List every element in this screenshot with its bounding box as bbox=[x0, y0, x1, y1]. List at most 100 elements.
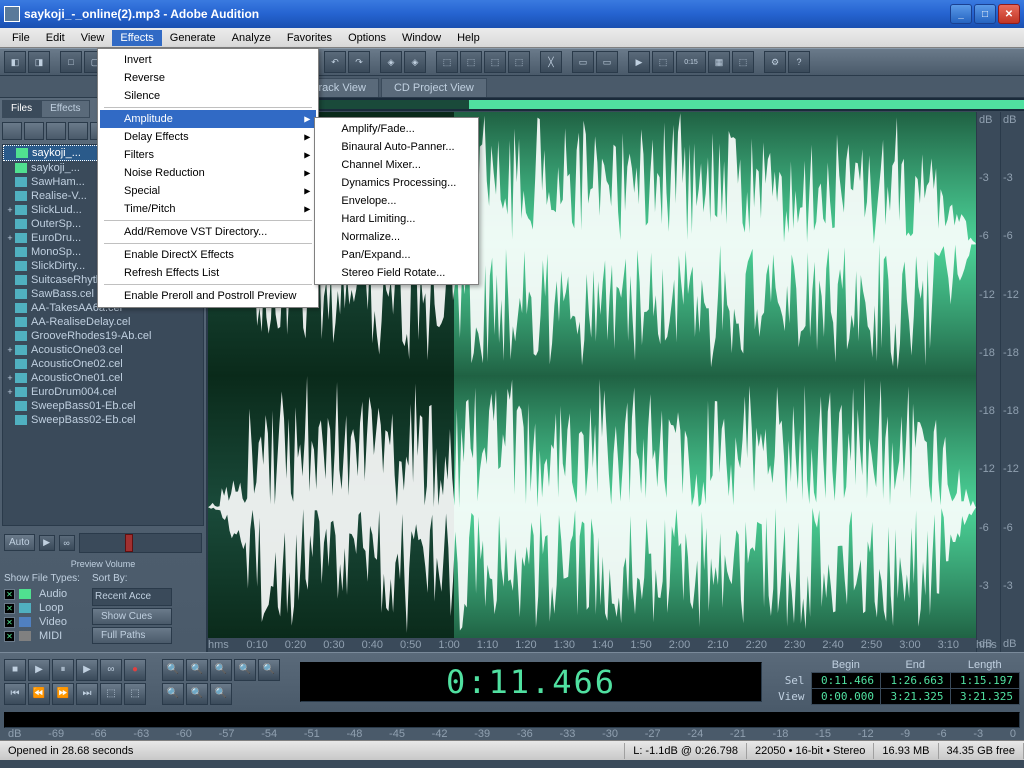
amp-pan-expand[interactable]: Pan/Expand... bbox=[317, 246, 476, 264]
menu-view[interactable]: View bbox=[73, 30, 113, 46]
pause-button[interactable]: ⏸ bbox=[52, 659, 74, 681]
overview-bar[interactable] bbox=[208, 98, 1024, 112]
play-icon[interactable]: ▶ bbox=[39, 535, 55, 551]
loop-checkbox[interactable]: ✕ bbox=[4, 603, 15, 614]
stop-button[interactable]: ■ bbox=[4, 659, 26, 681]
zoom-out-v-button[interactable]: 🔍 bbox=[162, 683, 184, 705]
files-tab[interactable]: Files bbox=[2, 100, 41, 118]
toolbar-btn[interactable]: ◨ bbox=[28, 51, 50, 73]
auto-button[interactable]: Auto bbox=[4, 534, 35, 551]
sel-end[interactable]: 1:26.663 bbox=[881, 673, 950, 689]
toolbar-btn[interactable]: ▶ bbox=[628, 51, 650, 73]
toolbar-btn[interactable]: ◧ bbox=[4, 51, 26, 73]
time-ruler[interactable]: hms0:100:200:300:400:501:001:101:201:301… bbox=[208, 638, 976, 652]
panel-btn[interactable] bbox=[46, 122, 66, 140]
toolbar-btn[interactable]: 0:15 bbox=[676, 51, 706, 73]
zoom-right-button[interactable]: 🔍 bbox=[210, 683, 232, 705]
play-button[interactable]: ▶ bbox=[28, 659, 50, 681]
effects-noise-reduction[interactable]: Noise Reduction bbox=[100, 164, 316, 182]
amp-hard-limiting[interactable]: Hard Limiting... bbox=[317, 210, 476, 228]
effects-directx[interactable]: Enable DirectX Effects bbox=[100, 246, 316, 264]
maximize-button[interactable]: □ bbox=[974, 4, 996, 24]
loop-icon[interactable]: ∞ bbox=[59, 535, 75, 551]
sort-combo[interactable]: Recent Acce bbox=[92, 588, 172, 606]
effects-filters[interactable]: Filters bbox=[100, 146, 316, 164]
forward-button[interactable]: ⏩ bbox=[52, 683, 74, 705]
effects-reverse[interactable]: Reverse bbox=[100, 69, 316, 87]
goto-start-button[interactable]: ⏮ bbox=[4, 683, 26, 705]
panel-btn[interactable] bbox=[68, 122, 88, 140]
effects-delay[interactable]: Delay Effects bbox=[100, 128, 316, 146]
zoom-in-h-button[interactable]: 🔍 bbox=[162, 659, 184, 681]
toolbar-btn[interactable]: ⬚ bbox=[732, 51, 754, 73]
level-meter[interactable] bbox=[4, 712, 1020, 728]
play-loop-button[interactable]: ▶ bbox=[76, 659, 98, 681]
sel-length[interactable]: 1:15.197 bbox=[950, 673, 1020, 689]
record-button[interactable]: ● bbox=[124, 659, 146, 681]
toolbar-btn[interactable]: ╳ bbox=[540, 51, 562, 73]
menu-help[interactable]: Help bbox=[449, 30, 488, 46]
file-item[interactable]: AcousticOne02.cel bbox=[3, 357, 203, 371]
toolbar-btn[interactable]: ⬚ bbox=[508, 51, 530, 73]
loop-button[interactable]: ∞ bbox=[100, 659, 122, 681]
view-length[interactable]: 3:21.325 bbox=[950, 689, 1020, 705]
menu-file[interactable]: File bbox=[4, 30, 38, 46]
preview-volume-slider[interactable] bbox=[79, 533, 202, 553]
amp-amplify[interactable]: Amplify/Fade... bbox=[317, 120, 476, 138]
toolbar-btn[interactable]: ⬚ bbox=[460, 51, 482, 73]
file-item[interactable]: +AcousticOne03.cel bbox=[3, 343, 203, 357]
amp-binaural[interactable]: Binaural Auto-Panner... bbox=[317, 138, 476, 156]
redo-icon[interactable]: ↷ bbox=[348, 51, 370, 73]
effects-invert[interactable]: Invert bbox=[100, 51, 316, 69]
audio-checkbox[interactable]: ✕ bbox=[4, 589, 15, 600]
zoom-out-h-button[interactable]: 🔍 bbox=[186, 659, 208, 681]
zoom-in-v-button[interactable]: 🔍 bbox=[258, 659, 280, 681]
effects-special[interactable]: Special bbox=[100, 182, 316, 200]
zoom-full-button[interactable]: 🔍 bbox=[210, 659, 232, 681]
panel-btn[interactable] bbox=[24, 122, 44, 140]
sel-begin[interactable]: 0:11.466 bbox=[811, 673, 880, 689]
zoom-sel-button[interactable]: 🔍 bbox=[234, 659, 256, 681]
toolbar-btn[interactable]: ⬚ bbox=[436, 51, 458, 73]
panel-open-icon[interactable] bbox=[2, 122, 22, 140]
file-item[interactable]: GrooveRhodes19-Ab.cel bbox=[3, 329, 203, 343]
file-item[interactable]: SweepBass01-Eb.cel bbox=[3, 399, 203, 413]
zoom-left-button[interactable]: 🔍 bbox=[186, 683, 208, 705]
close-button[interactable]: ✕ bbox=[998, 4, 1020, 24]
minimize-button[interactable]: _ bbox=[950, 4, 972, 24]
effects-time-pitch[interactable]: Time/Pitch bbox=[100, 200, 316, 218]
menu-effects[interactable]: Effects bbox=[112, 30, 161, 46]
amp-dynamics[interactable]: Dynamics Processing... bbox=[317, 174, 476, 192]
file-item[interactable]: AA-RealiseDelay.cel bbox=[3, 315, 203, 329]
toolbar-btn[interactable]: □ bbox=[60, 51, 82, 73]
undo-icon[interactable]: ↶ bbox=[324, 51, 346, 73]
view-end[interactable]: 3:21.325 bbox=[881, 689, 950, 705]
toolbar-btn[interactable]: ⬚ bbox=[484, 51, 506, 73]
toolbar-btn[interactable]: ◈ bbox=[404, 51, 426, 73]
help-icon[interactable]: ? bbox=[788, 51, 810, 73]
show-cues-button[interactable]: Show Cues bbox=[92, 608, 172, 625]
effects-amplitude[interactable]: Amplitude bbox=[100, 110, 316, 128]
amp-envelope[interactable]: Envelope... bbox=[317, 192, 476, 210]
file-item[interactable]: +AcousticOne01.cel bbox=[3, 371, 203, 385]
toolbar-btn[interactable]: ⬚ bbox=[652, 51, 674, 73]
menu-favorites[interactable]: Favorites bbox=[279, 30, 340, 46]
effects-silence[interactable]: Silence bbox=[100, 87, 316, 105]
effects-preroll[interactable]: Enable Preroll and Postroll Preview bbox=[100, 287, 316, 305]
settings-icon[interactable]: ⚙ bbox=[764, 51, 786, 73]
goto-end-button[interactable]: ⏭ bbox=[76, 683, 98, 705]
cd-project-tab[interactable]: CD Project View bbox=[381, 78, 487, 97]
view-begin[interactable]: 0:00.000 bbox=[811, 689, 880, 705]
menu-edit[interactable]: Edit bbox=[38, 30, 73, 46]
full-paths-button[interactable]: Full Paths bbox=[92, 627, 172, 644]
amp-stereo-rotate[interactable]: Stereo Field Rotate... bbox=[317, 264, 476, 282]
amp-channel-mixer[interactable]: Channel Mixer... bbox=[317, 156, 476, 174]
effects-refresh[interactable]: Refresh Effects List bbox=[100, 264, 316, 282]
transport-btn[interactable]: ⬚ bbox=[124, 683, 146, 705]
toolbar-btn[interactable]: ◈ bbox=[380, 51, 402, 73]
menu-options[interactable]: Options bbox=[340, 30, 394, 46]
midi-checkbox[interactable]: ✕ bbox=[4, 631, 15, 642]
toolbar-btn[interactable]: ▦ bbox=[708, 51, 730, 73]
menu-analyze[interactable]: Analyze bbox=[224, 30, 279, 46]
file-item[interactable]: SweepBass02-Eb.cel bbox=[3, 413, 203, 427]
